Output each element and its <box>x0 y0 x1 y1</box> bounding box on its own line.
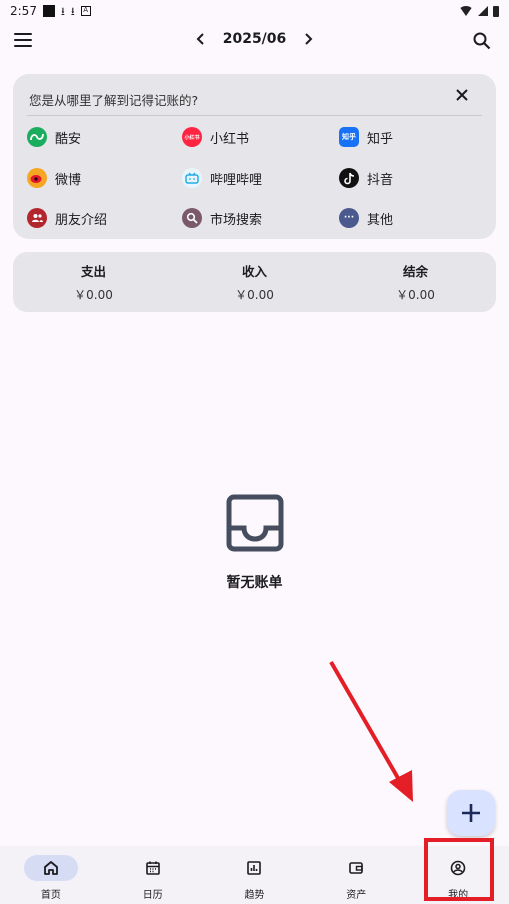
source-label: 哔哩哔哩 <box>210 172 263 188</box>
source-label: 其他 <box>367 212 394 228</box>
income-value: ￥0.00 <box>235 288 274 302</box>
signal-icon <box>478 6 488 16</box>
balance-label: 结余 <box>402 264 428 279</box>
month-navigator: 2025/06 <box>0 28 509 50</box>
nav-item-home[interactable]: 首页 <box>0 846 102 904</box>
download-icon-2: ⭳ <box>70 4 75 18</box>
zhihu-icon: 知乎 <box>339 127 359 147</box>
market-search-icon <box>182 208 202 228</box>
nav-label: 趋势 <box>244 890 265 901</box>
nav-item-calendar[interactable]: 日历 <box>102 846 204 904</box>
source-option-friends[interactable]: 朋友介绍 <box>27 208 107 228</box>
empty-state-text: 暂无账单 <box>226 575 283 591</box>
download-icon: ⭳ <box>60 4 65 18</box>
plus-icon <box>462 804 480 822</box>
nav-label: 日历 <box>142 890 163 901</box>
status-bar: 2:57 ⭳ ⭳ A <box>0 0 509 22</box>
source-label: 朋友介绍 <box>55 212 108 228</box>
chevron-right-icon[interactable] <box>300 28 316 50</box>
summary-expense: 支出 ￥0.00 <box>13 252 174 312</box>
summary-income: 收入 ￥0.00 <box>174 252 335 312</box>
app-notification-icon: A <box>80 6 91 16</box>
summary-balance: 结余 ￥0.00 <box>335 252 496 312</box>
wifi-icon <box>459 6 473 16</box>
status-time: 2:57 <box>10 4 37 18</box>
empty-state: 暂无账单 <box>0 494 509 592</box>
source-option-weibo[interactable]: 微博 <box>27 168 81 188</box>
source-label: 小红书 <box>210 131 250 147</box>
battery-icon <box>493 5 499 17</box>
source-label: 酷安 <box>55 131 82 147</box>
search-icon[interactable] <box>473 32 491 50</box>
source-option-zhihu[interactable]: 知乎 知乎 <box>339 127 393 147</box>
nav-label: 首页 <box>40 890 61 901</box>
coolapk-icon <box>27 127 47 147</box>
divider <box>27 115 482 116</box>
xiaohongshu-icon: 小红书 <box>182 127 202 147</box>
source-option-market-search[interactable]: 市场搜索 <box>182 208 262 228</box>
nav-item-assets[interactable]: 资产 <box>305 846 407 904</box>
add-record-button[interactable] <box>447 790 495 836</box>
more-icon: ··· <box>339 208 359 228</box>
source-label: 知乎 <box>367 131 394 147</box>
source-option-other[interactable]: ··· 其他 <box>339 208 393 228</box>
source-label: 微博 <box>55 172 82 188</box>
home-icon <box>23 855 78 881</box>
expense-value: ￥0.00 <box>74 288 113 302</box>
bilibili-icon <box>182 168 202 188</box>
top-app-bar: 2025/06 <box>0 22 509 60</box>
chevron-left-icon[interactable] <box>193 28 209 50</box>
income-label: 收入 <box>241 264 267 279</box>
survey-question: 您是从哪里了解到记得记账的? <box>29 93 199 108</box>
monthly-summary-card: 支出 ￥0.00 收入 ￥0.00 结余 ￥0.00 <box>13 252 496 312</box>
nav-item-trend[interactable]: 趋势 <box>204 846 306 904</box>
source-option-douyin[interactable]: 抖音 <box>339 168 393 188</box>
calendar-icon <box>126 855 180 881</box>
source-label: 市场搜索 <box>210 212 263 228</box>
source-option-coolapk[interactable]: 酷安 <box>27 127 81 147</box>
friends-icon <box>27 208 47 228</box>
source-survey-card: 您是从哪里了解到记得记账的? 酷安 小红书 小红书 知乎 知乎 微博 哔哩哔哩 … <box>13 74 496 239</box>
douyin-icon <box>339 168 359 188</box>
balance-value: ￥0.00 <box>396 288 435 302</box>
inbox-icon <box>226 494 284 556</box>
nav-label: 资产 <box>346 890 367 901</box>
source-option-xiaohongshu[interactable]: 小红书 小红书 <box>182 127 249 147</box>
source-label: 抖音 <box>367 172 394 188</box>
source-option-bilibili[interactable]: 哔哩哔哩 <box>182 168 262 188</box>
annotation-highlight-box <box>424 838 494 901</box>
wallet-icon <box>329 855 383 881</box>
notification-square-icon <box>42 5 55 17</box>
weibo-icon <box>27 168 47 188</box>
expense-label: 支出 <box>80 264 106 279</box>
close-icon[interactable] <box>454 87 470 103</box>
chart-icon <box>227 855 281 881</box>
current-month[interactable]: 2025/06 <box>223 31 287 47</box>
